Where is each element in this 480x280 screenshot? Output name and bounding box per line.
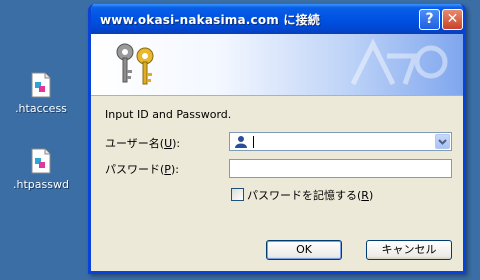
chevron-down-icon — [438, 139, 447, 145]
dialog-banner — [91, 34, 463, 96]
username-combobox[interactable] — [229, 132, 452, 151]
desktop-icon-htaccess[interactable]: .htaccess — [6, 72, 76, 115]
cancel-button[interactable]: キャンセル — [366, 240, 452, 260]
banner-watermark-icon — [335, 36, 455, 92]
password-field[interactable] — [229, 159, 452, 178]
text-caret — [253, 136, 254, 148]
title-bar[interactable]: www.okasi-nakasima.com に接続 ? ✕ — [91, 4, 463, 34]
password-label: パスワード(P): — [105, 163, 179, 176]
remember-password-checkbox[interactable]: パスワードを記憶する(R) — [231, 187, 373, 203]
desktop-icon-label: .htaccess — [15, 102, 67, 115]
dropdown-arrow-button[interactable] — [435, 134, 450, 149]
login-dialog: www.okasi-nakasima.com に接続 ? ✕ Input ID … — [88, 4, 466, 274]
username-label: ユーザー名(U): — [105, 137, 181, 150]
keys-icon — [111, 40, 163, 88]
desktop-icon-htpasswd[interactable]: .htpasswd — [6, 148, 76, 191]
remember-label: パスワードを記憶する( — [247, 189, 362, 202]
help-button[interactable]: ? — [419, 9, 440, 30]
prompt-text: Input ID and Password. — [105, 108, 232, 121]
user-icon — [234, 135, 248, 149]
close-button[interactable]: ✕ — [442, 9, 463, 30]
desktop-icon-label: .htpasswd — [13, 178, 69, 191]
checkbox-box[interactable] — [231, 188, 244, 201]
dialog-title: www.okasi-nakasima.com に接続 — [100, 13, 320, 27]
document-icon — [30, 72, 52, 98]
document-icon — [30, 148, 52, 174]
ok-button[interactable]: OK — [266, 240, 342, 260]
